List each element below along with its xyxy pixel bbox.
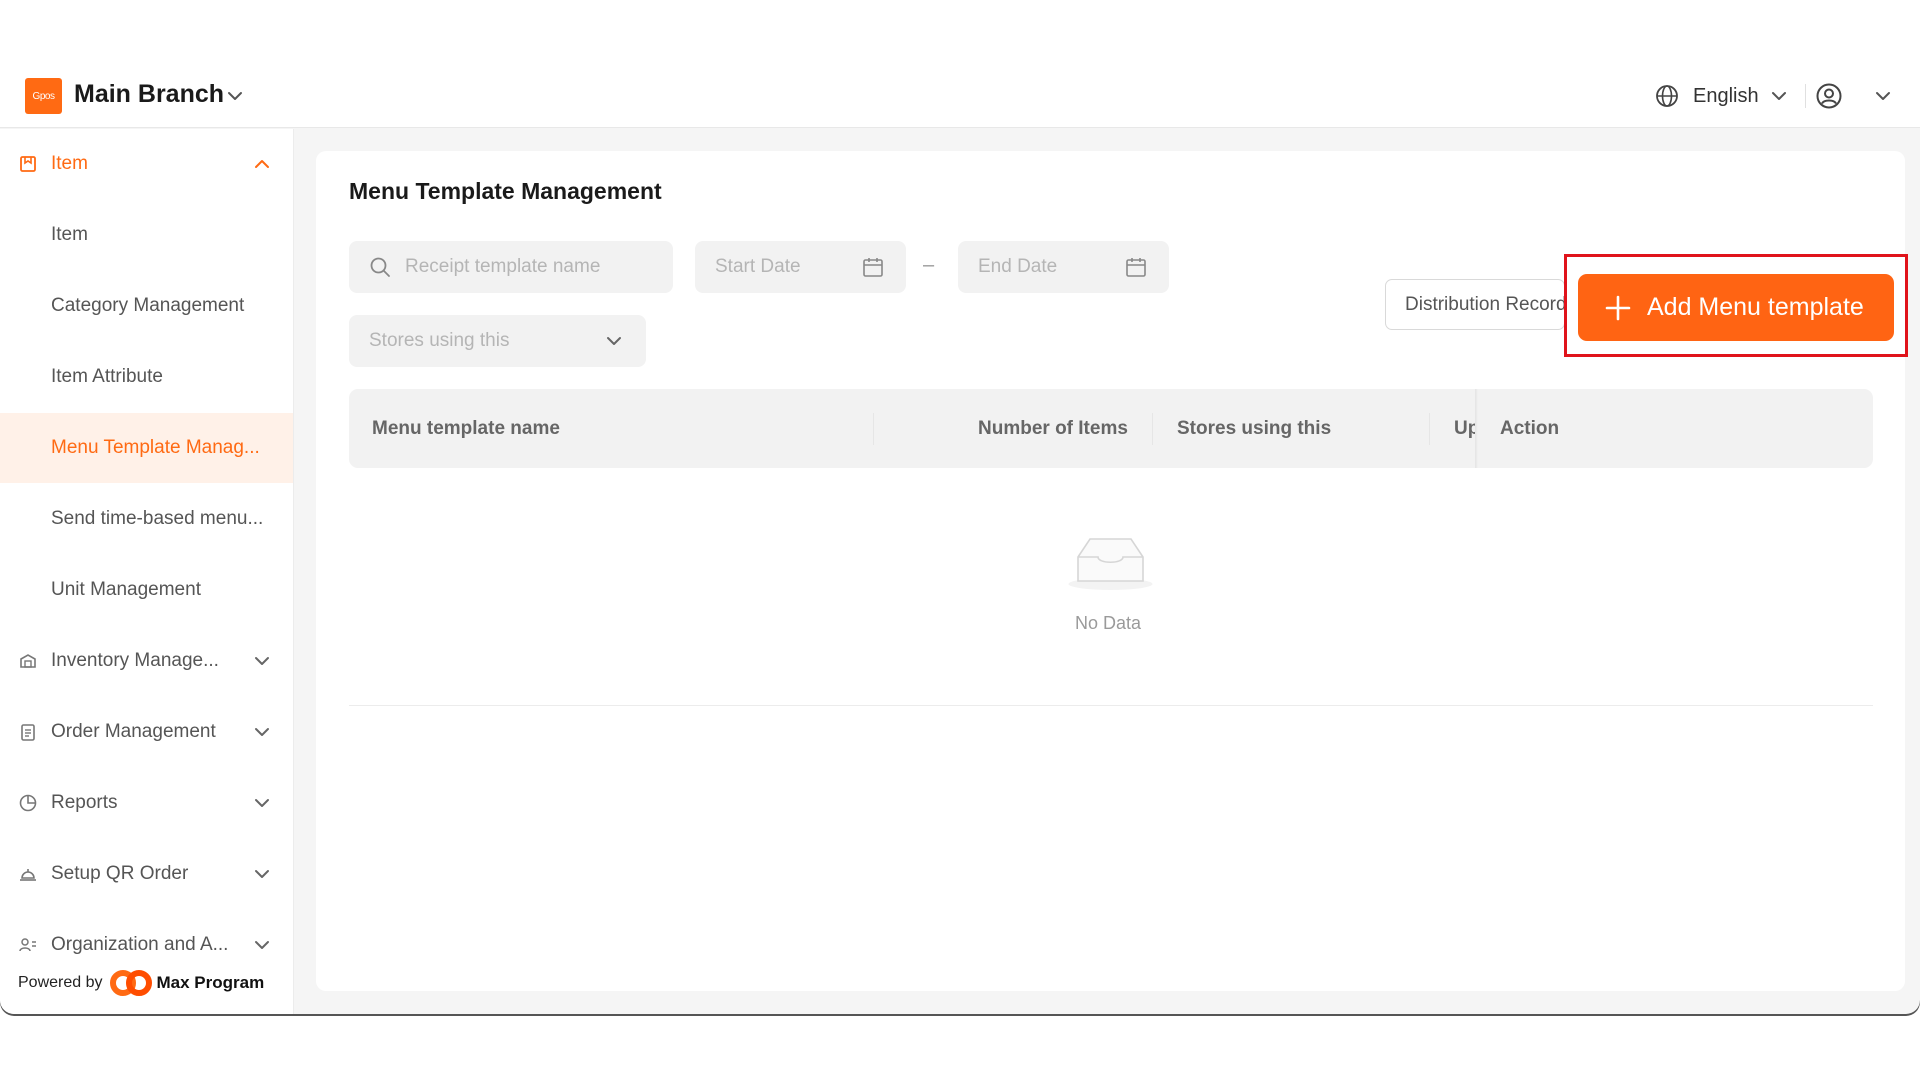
column-header-updated: Up [1454, 418, 1476, 439]
sidebar-group-label: Inventory Manage... [51, 650, 219, 671]
powered-by-text: Powered by [18, 974, 103, 991]
sidebar-item-menu-template-management[interactable]: Menu Template Manag... [0, 413, 293, 483]
sidebar-item-label: Send time-based menu... [51, 508, 264, 529]
sidebar-group-label: Organization and A... [51, 934, 229, 955]
fixed-column-shadow [1475, 389, 1478, 468]
pie-chart-icon [19, 794, 37, 812]
stores-using-select[interactable]: Stores using this [349, 315, 646, 367]
column-divider [1429, 413, 1430, 445]
sidebar-group-label: Setup QR Order [51, 863, 189, 884]
chevron-down-icon [1771, 92, 1786, 100]
start-date-placeholder: Start Date [715, 256, 801, 277]
sidebar-group-inventory-management[interactable]: Inventory Manage... [0, 626, 293, 696]
warehouse-icon [20, 654, 36, 668]
chevron-down-icon [255, 728, 269, 736]
table-bottom-border [349, 705, 1873, 706]
brand-logo[interactable]: Gpos [25, 78, 62, 114]
column-header-stores-using-this: Stores using this [1177, 418, 1332, 439]
chevron-down-icon [255, 870, 269, 878]
search-icon [370, 257, 390, 277]
chevron-down-icon[interactable] [225, 86, 245, 106]
sidebar-group-label: Reports [51, 792, 118, 813]
sidebar-item-category-management[interactable]: Category Management [0, 271, 293, 341]
table-header: Menu template name Number of Items Store… [349, 389, 1873, 468]
clipboard-icon [21, 724, 35, 741]
logo-text: Gpos [32, 90, 55, 102]
branch-name[interactable]: Main Branch [74, 80, 224, 109]
sidebar-group-item[interactable]: Item [0, 129, 293, 199]
chevron-down-icon[interactable] [1873, 86, 1893, 106]
user-avatar-icon[interactable] [1815, 82, 1843, 110]
max-program-logo-icon [109, 970, 152, 996]
sidebar-item-send-time-based-menu[interactable]: Send time-based menu... [0, 484, 293, 554]
globe-icon [1656, 85, 1678, 107]
empty-inbox-icon [1068, 538, 1153, 590]
end-date-placeholder: End Date [978, 256, 1058, 277]
chevron-down-icon [255, 657, 269, 665]
distribution-record-label: Distribution Record [1405, 293, 1565, 315]
column-divider [1152, 413, 1153, 445]
search-placeholder: Receipt template name [405, 256, 601, 277]
start-date-picker[interactable]: Start Date [695, 241, 906, 293]
page-title: Menu Template Management [349, 178, 662, 204]
powered-by-brand: Max Program [156, 973, 265, 992]
calendar-icon [863, 258, 883, 277]
sidebar-group-label: Order Management [51, 721, 216, 742]
search-input[interactable]: Receipt template name [349, 241, 673, 293]
empty-state-text: No Data [1075, 613, 1142, 633]
sidebar: Item Item Category Management Item Attri… [0, 129, 294, 1014]
chevron-up-icon [255, 160, 269, 168]
sidebar-item-label: Item Attribute [51, 366, 163, 387]
service-bell-icon [20, 869, 36, 881]
chevron-down-icon [255, 941, 269, 949]
sidebar-group-order-management[interactable]: Order Management [0, 697, 293, 767]
sidebar-item-label: Menu Template Manag... [51, 437, 260, 458]
sidebar-group-reports[interactable]: Reports [0, 768, 293, 838]
column-header-action: Action [1500, 418, 1560, 439]
calendar-icon [1126, 258, 1146, 277]
distribution-record-button[interactable]: Distribution Record [1385, 279, 1565, 330]
sidebar-item-item[interactable]: Item [0, 200, 293, 270]
language-selector[interactable]: English [1655, 82, 1789, 110]
header-divider [1805, 84, 1806, 108]
end-date-picker[interactable]: End Date [958, 241, 1169, 293]
language-label: English [1693, 84, 1759, 107]
sidebar-item-label: Category Management [51, 295, 245, 316]
column-divider [873, 413, 874, 445]
top-header: Gpos Main Branch English [0, 0, 1920, 128]
bookmark-box-icon [20, 156, 36, 172]
powered-by-footer: Powered by Max Program [18, 968, 265, 998]
sidebar-item-item-attribute[interactable]: Item Attribute [0, 342, 293, 412]
column-header-menu-template-name: Menu template name [372, 418, 560, 439]
sidebar-group-setup-qr-order[interactable]: Setup QR Order [0, 839, 293, 909]
highlight-annotation-box [1564, 254, 1908, 357]
date-range-separator: – [923, 254, 935, 276]
sidebar-item-unit-management[interactable]: Unit Management [0, 555, 293, 625]
app-window: Gpos Main Branch English Item Item Categ… [0, 0, 1920, 1014]
sidebar-item-label: Unit Management [51, 579, 201, 600]
sidebar-group-label: Item [51, 153, 88, 174]
stores-placeholder: Stores using this [369, 330, 510, 351]
column-header-number-of-items: Number of Items [978, 418, 1128, 439]
sidebar-item-label: Item [51, 224, 88, 245]
people-icon [19, 938, 36, 952]
chevron-down-icon [607, 337, 621, 345]
chevron-down-icon [255, 799, 269, 807]
